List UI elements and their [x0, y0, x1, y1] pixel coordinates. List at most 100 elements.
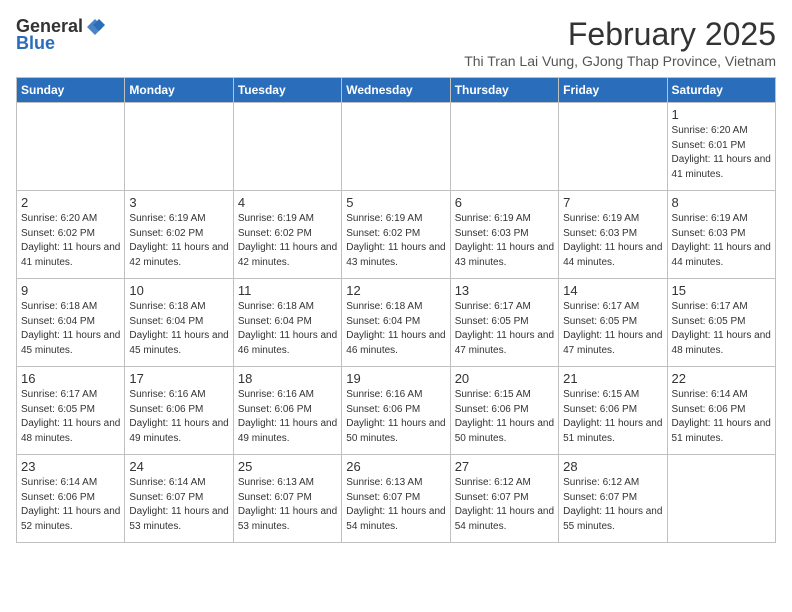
- calendar-table: SundayMondayTuesdayWednesdayThursdayFrid…: [16, 77, 776, 543]
- day-info: Sunrise: 6:18 AM Sunset: 6:04 PM Dayligh…: [238, 300, 337, 358]
- day-number: 2: [21, 195, 120, 210]
- calendar-cell: [667, 455, 775, 543]
- day-number: 8: [672, 195, 771, 210]
- calendar-cell: 12 Sunrise: 6:18 AM Sunset: 6:04 PM Dayli…: [342, 279, 450, 367]
- day-number: 26: [346, 459, 445, 474]
- calendar-cell: 13Sunrise: 6:17 AM Sunset: 6:05 PM Dayli…: [450, 279, 558, 367]
- calendar-cell: 22 Sunrise: 6:14 AM Sunset: 6:06 PM Dayli…: [667, 367, 775, 455]
- calendar-cell: 15 Sunrise: 6:17 AM Sunset: 6:05 PM Dayli…: [667, 279, 775, 367]
- calendar-cell: 21 Sunrise: 6:15 AM Sunset: 6:06 PM Dayli…: [559, 367, 667, 455]
- day-info: Sunrise: 6:19 AM Sunset: 6:02 PM Dayligh…: [238, 212, 337, 270]
- calendar-cell: [342, 103, 450, 191]
- day-number: 9: [21, 283, 120, 298]
- day-info: Sunrise: 6:20 AM Sunset: 6:02 PM Dayligh…: [21, 212, 120, 270]
- calendar-cell: 18 Sunrise: 6:16 AM Sunset: 6:06 PM Dayli…: [233, 367, 341, 455]
- day-info: Sunrise: 6:17 AM Sunset: 6:05 PM Dayligh…: [563, 300, 662, 358]
- day-number: 24: [129, 459, 228, 474]
- day-number: 14: [563, 283, 662, 298]
- weekday-header-wednesday: Wednesday: [342, 78, 450, 103]
- day-info: Sunrise: 6:19 AM Sunset: 6:03 PM Dayligh…: [455, 212, 554, 270]
- calendar-cell: 25 Sunrise: 6:13 AM Sunset: 6:07 PM Dayli…: [233, 455, 341, 543]
- calendar-cell: 19 Sunrise: 6:16 AM Sunset: 6:06 PM Dayli…: [342, 367, 450, 455]
- logo-blue-text: Blue: [16, 33, 55, 54]
- calendar-cell: 26 Sunrise: 6:13 AM Sunset: 6:07 PM Dayli…: [342, 455, 450, 543]
- calendar-cell: 2 Sunrise: 6:20 AM Sunset: 6:02 PM Daylig…: [17, 191, 125, 279]
- day-number: 22: [672, 371, 771, 386]
- weekday-header-sunday: Sunday: [17, 78, 125, 103]
- calendar-cell: 23Sunrise: 6:14 AM Sunset: 6:06 PM Dayli…: [17, 455, 125, 543]
- day-number: 11: [238, 283, 337, 298]
- day-info: Sunrise: 6:17 AM Sunset: 6:05 PM Dayligh…: [21, 388, 120, 446]
- weekday-header-tuesday: Tuesday: [233, 78, 341, 103]
- calendar-cell: 7Sunrise: 6:19 AM Sunset: 6:03 PM Daylig…: [559, 191, 667, 279]
- day-info: Sunrise: 6:14 AM Sunset: 6:06 PM Dayligh…: [672, 388, 771, 446]
- day-info: Sunrise: 6:19 AM Sunset: 6:02 PM Dayligh…: [129, 212, 228, 270]
- day-info: Sunrise: 6:15 AM Sunset: 6:06 PM Dayligh…: [455, 388, 554, 446]
- page-header: General Blue February 2025 Thi Tran Lai …: [16, 16, 776, 69]
- location-subtitle: Thi Tran Lai Vung, GJong Thap Province, …: [464, 53, 776, 69]
- calendar-cell: [17, 103, 125, 191]
- day-number: 12: [346, 283, 445, 298]
- day-number: 15: [672, 283, 771, 298]
- day-number: 13: [455, 283, 554, 298]
- day-number: 19: [346, 371, 445, 386]
- month-title: February 2025: [464, 16, 776, 53]
- day-number: 4: [238, 195, 337, 210]
- calendar-header: SundayMondayTuesdayWednesdayThursdayFrid…: [17, 78, 776, 103]
- calendar-week-row: 1 Sunrise: 6:20 AM Sunset: 6:01 PM Daylig…: [17, 103, 776, 191]
- day-info: Sunrise: 6:12 AM Sunset: 6:07 PM Dayligh…: [563, 476, 662, 534]
- logo: General Blue: [16, 16, 105, 54]
- weekday-header-thursday: Thursday: [450, 78, 558, 103]
- weekday-header-friday: Friday: [559, 78, 667, 103]
- calendar-cell: [450, 103, 558, 191]
- day-number: 5: [346, 195, 445, 210]
- calendar-week-row: 2 Sunrise: 6:20 AM Sunset: 6:02 PM Daylig…: [17, 191, 776, 279]
- day-info: Sunrise: 6:19 AM Sunset: 6:03 PM Dayligh…: [563, 212, 662, 270]
- day-number: 20: [455, 371, 554, 386]
- day-info: Sunrise: 6:14 AM Sunset: 6:07 PM Dayligh…: [129, 476, 228, 534]
- calendar-cell: 1 Sunrise: 6:20 AM Sunset: 6:01 PM Daylig…: [667, 103, 775, 191]
- calendar-cell: 17 Sunrise: 6:16 AM Sunset: 6:06 PM Dayli…: [125, 367, 233, 455]
- day-info: Sunrise: 6:17 AM Sunset: 6:05 PM Dayligh…: [672, 300, 771, 358]
- day-info: Sunrise: 6:16 AM Sunset: 6:06 PM Dayligh…: [346, 388, 445, 446]
- day-info: Sunrise: 6:13 AM Sunset: 6:07 PM Dayligh…: [238, 476, 337, 534]
- day-number: 17: [129, 371, 228, 386]
- day-number: 25: [238, 459, 337, 474]
- day-info: Sunrise: 6:20 AM Sunset: 6:01 PM Dayligh…: [672, 124, 771, 182]
- day-info: Sunrise: 6:16 AM Sunset: 6:06 PM Dayligh…: [238, 388, 337, 446]
- day-info: Sunrise: 6:18 AM Sunset: 6:04 PM Dayligh…: [129, 300, 228, 358]
- calendar-cell: 27Sunrise: 6:12 AM Sunset: 6:07 PM Dayli…: [450, 455, 558, 543]
- calendar-cell: 4 Sunrise: 6:19 AM Sunset: 6:02 PM Daylig…: [233, 191, 341, 279]
- day-number: 1: [672, 107, 771, 122]
- calendar-cell: 8Sunrise: 6:19 AM Sunset: 6:03 PM Daylig…: [667, 191, 775, 279]
- logo-icon: [85, 17, 105, 37]
- calendar-cell: [125, 103, 233, 191]
- calendar-cell: [559, 103, 667, 191]
- calendar-cell: 24 Sunrise: 6:14 AM Sunset: 6:07 PM Dayli…: [125, 455, 233, 543]
- calendar-body: 1 Sunrise: 6:20 AM Sunset: 6:01 PM Daylig…: [17, 103, 776, 543]
- calendar-cell: [233, 103, 341, 191]
- calendar-week-row: 16Sunrise: 6:17 AM Sunset: 6:05 PM Dayli…: [17, 367, 776, 455]
- day-number: 10: [129, 283, 228, 298]
- day-info: Sunrise: 6:16 AM Sunset: 6:06 PM Dayligh…: [129, 388, 228, 446]
- calendar-cell: 10 Sunrise: 6:18 AM Sunset: 6:04 PM Dayli…: [125, 279, 233, 367]
- day-info: Sunrise: 6:18 AM Sunset: 6:04 PM Dayligh…: [21, 300, 120, 358]
- day-number: 28: [563, 459, 662, 474]
- calendar-week-row: 9 Sunrise: 6:18 AM Sunset: 6:04 PM Daylig…: [17, 279, 776, 367]
- day-info: Sunrise: 6:13 AM Sunset: 6:07 PM Dayligh…: [346, 476, 445, 534]
- calendar-week-row: 23Sunrise: 6:14 AM Sunset: 6:06 PM Dayli…: [17, 455, 776, 543]
- day-info: Sunrise: 6:19 AM Sunset: 6:02 PM Dayligh…: [346, 212, 445, 270]
- day-info: Sunrise: 6:18 AM Sunset: 6:04 PM Dayligh…: [346, 300, 445, 358]
- calendar-cell: 20 Sunrise: 6:15 AM Sunset: 6:06 PM Dayli…: [450, 367, 558, 455]
- day-number: 18: [238, 371, 337, 386]
- calendar-cell: 28 Sunrise: 6:12 AM Sunset: 6:07 PM Dayli…: [559, 455, 667, 543]
- weekday-header-row: SundayMondayTuesdayWednesdayThursdayFrid…: [17, 78, 776, 103]
- day-number: 21: [563, 371, 662, 386]
- day-number: 27: [455, 459, 554, 474]
- calendar-cell: 16Sunrise: 6:17 AM Sunset: 6:05 PM Dayli…: [17, 367, 125, 455]
- day-info: Sunrise: 6:14 AM Sunset: 6:06 PM Dayligh…: [21, 476, 120, 534]
- calendar-cell: 6Sunrise: 6:19 AM Sunset: 6:03 PM Daylig…: [450, 191, 558, 279]
- day-info: Sunrise: 6:15 AM Sunset: 6:06 PM Dayligh…: [563, 388, 662, 446]
- weekday-header-monday: Monday: [125, 78, 233, 103]
- calendar-cell: 3Sunrise: 6:19 AM Sunset: 6:02 PM Daylig…: [125, 191, 233, 279]
